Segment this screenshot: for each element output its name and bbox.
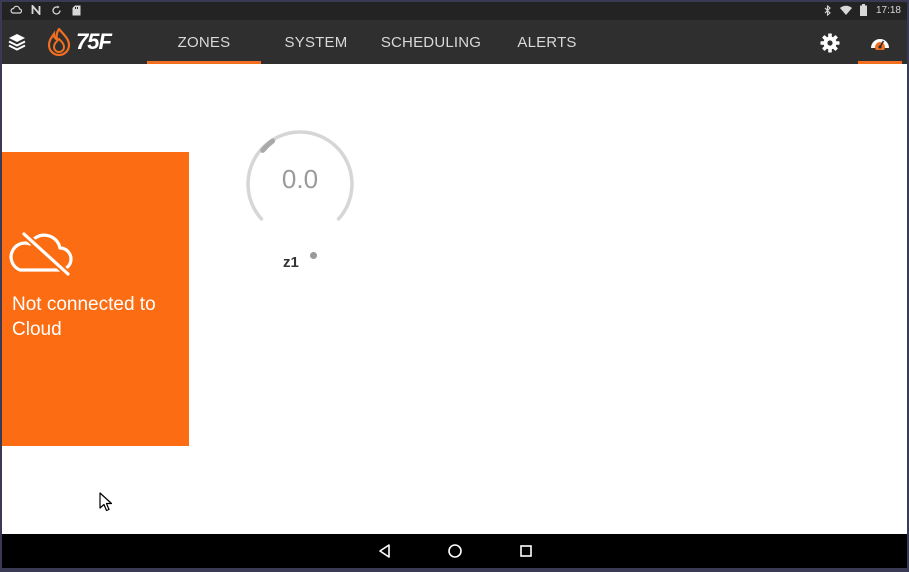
zone-name: z1 [283,254,299,271]
status-bar: 17:18 [2,2,907,20]
app-window: 17:18 75F ZONES SYSTEM SCHEDULING ALERTS [2,2,907,568]
wifi-icon [839,4,852,16]
sd-card-icon [70,4,82,16]
flame-logo-icon [47,28,71,56]
bluetooth-icon [822,4,834,16]
tab-alerts[interactable]: ALERTS [508,20,586,64]
sync-icon [50,4,62,16]
home-icon[interactable] [446,542,464,560]
status-right-icons: 17:18 [822,4,901,16]
status-time: 17:18 [875,4,901,16]
cloud-status-card[interactable]: Not connected to Cloud [2,152,189,512]
android-nav-bar [2,534,907,568]
status-left-icons [10,4,82,16]
back-icon[interactable] [376,542,394,560]
recents-icon[interactable] [517,542,535,560]
zone-temperature-value: 0.0 [281,164,319,194]
cloud-outline-icon [10,4,22,16]
gear-icon[interactable] [819,32,841,54]
cloud-off-icon [8,230,74,277]
battery-icon [858,4,870,16]
n-notification-icon [30,4,42,16]
tab-scheduling[interactable]: SCHEDULING [372,20,490,64]
logo-text: 75F [76,29,112,54]
dashboard-icon[interactable] [858,20,902,64]
zones-content: Not connected to Cloud 0.0 z1 [2,64,907,534]
brand-logo: 75F [46,28,112,56]
tab-system[interactable]: SYSTEM [272,20,360,64]
tab-zones[interactable]: ZONES [147,20,261,64]
layers-menu-icon[interactable] [7,32,27,52]
zone-status-dot [310,252,317,259]
app-bar: 75F ZONES SYSTEM SCHEDULING ALERTS [2,20,907,64]
cloud-status-message: Not connected to Cloud [12,294,156,340]
mouse-cursor-icon [99,492,113,512]
